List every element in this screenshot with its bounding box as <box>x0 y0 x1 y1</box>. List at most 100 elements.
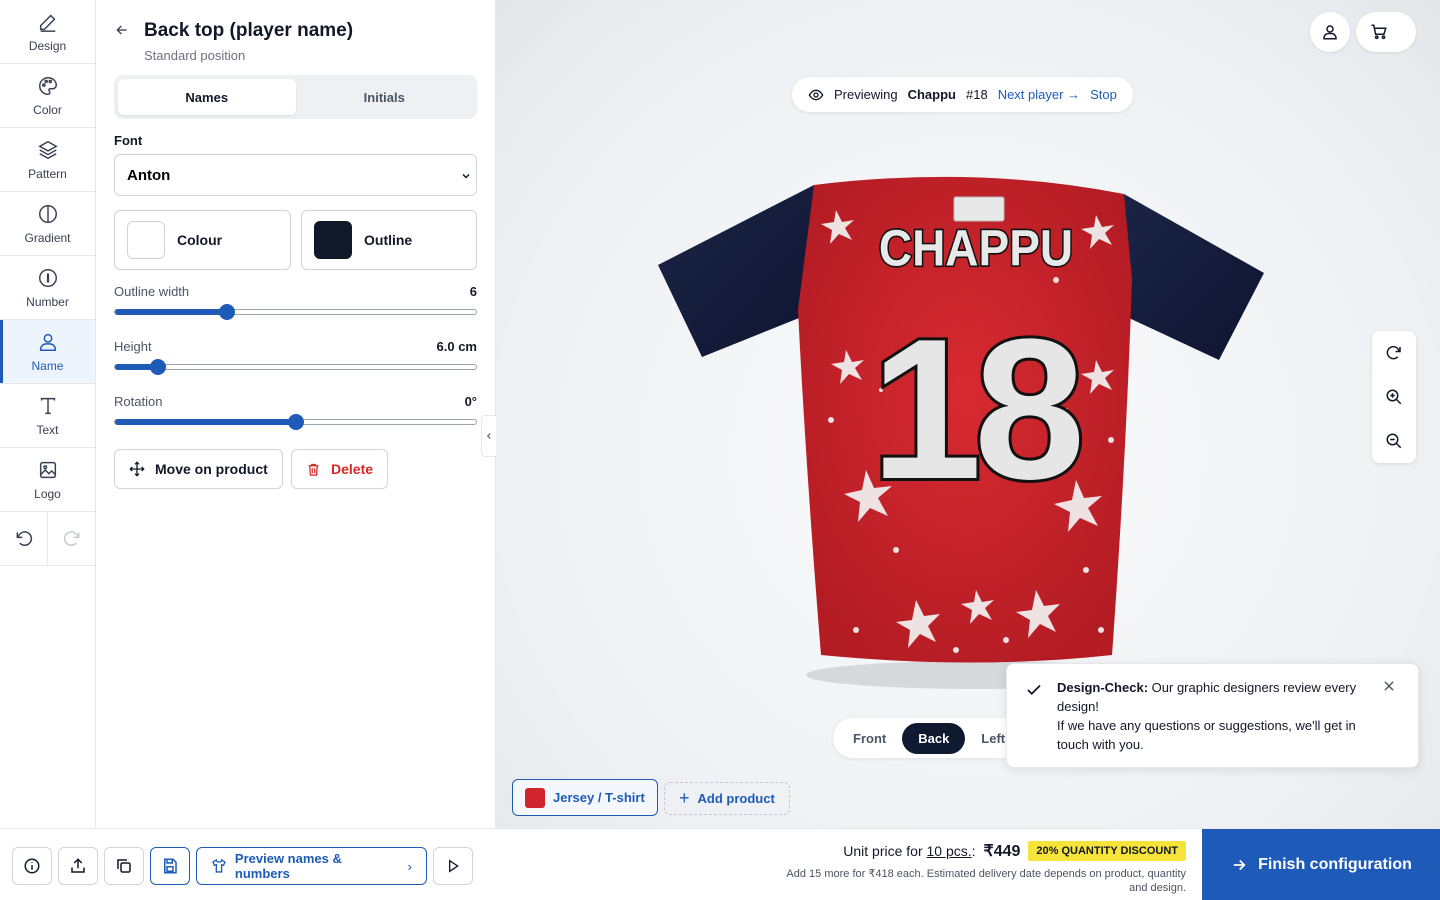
outline-width-thumb[interactable] <box>218 304 235 320</box>
finish-label: Finish configuration <box>1258 856 1412 873</box>
share-icon <box>71 858 85 873</box>
bottom-bar: Preview names & numbers › Unit price for… <box>0 828 1440 900</box>
play-preview-button[interactable] <box>433 847 473 885</box>
collapse-panel-button[interactable] <box>481 415 496 457</box>
unit-quantity-link[interactable]: 10 pcs. <box>927 843 972 859</box>
reset-view-button[interactable] <box>1372 331 1416 375</box>
copy-icon <box>117 859 131 873</box>
view-tools <box>1372 331 1416 463</box>
rail-item-gradient[interactable]: Gradient <box>0 192 95 256</box>
rotation-thumb[interactable] <box>287 414 304 430</box>
trash-icon <box>308 463 319 476</box>
rail-label-number: Number <box>26 294 69 309</box>
names-initials-toggle: Names Initials <box>114 75 477 119</box>
zoom-out-button[interactable] <box>1372 419 1416 463</box>
colour-label: Colour <box>177 232 223 248</box>
chevron-left-icon <box>486 433 491 439</box>
height-label: Height <box>114 339 152 354</box>
delete-label: Delete <box>331 461 374 477</box>
rail-item-text[interactable]: Text <box>0 384 95 448</box>
move-on-product-button[interactable]: Move on product <box>114 449 283 489</box>
height-value: 6.0 cm <box>436 339 477 354</box>
rail-item-design[interactable]: Design <box>0 0 95 64</box>
back-arrow-icon[interactable] <box>114 22 130 38</box>
rail-item-name[interactable]: Name <box>0 320 95 384</box>
design-check-toast: Design-Check: Our graphic designers revi… <box>1006 663 1419 768</box>
redo-icon <box>63 530 79 546</box>
account-button[interactable] <box>1310 12 1350 52</box>
view-tab-front[interactable]: Front <box>837 723 902 754</box>
toast-title: Design-Check: <box>1057 680 1149 695</box>
layers-icon <box>37 140 58 159</box>
rail-item-pattern[interactable]: Pattern <box>0 128 95 192</box>
cart-icon <box>1371 24 1387 40</box>
plus-icon: + <box>679 788 690 808</box>
info-button[interactable] <box>12 847 52 885</box>
next-player-link[interactable]: Next player → <box>998 87 1080 102</box>
next-player-label: Next player <box>997 87 1064 102</box>
finish-configuration-button[interactable]: Finish configuration <box>1202 829 1440 900</box>
outline-width-value: 6 <box>469 284 477 299</box>
save-button[interactable] <box>150 847 190 885</box>
height-slider-row: Height 6.0 cm <box>114 339 477 375</box>
unit-price-text: Unit price for 10 pcs.: <box>843 843 976 859</box>
move-icon <box>129 461 145 477</box>
toast-text-2: If we have any questions or suggestions,… <box>1057 718 1356 752</box>
eye-icon <box>808 89 824 100</box>
outline-width-slider[interactable] <box>114 304 477 320</box>
preview-names-numbers-button[interactable]: Preview names & numbers › <box>196 847 427 885</box>
delete-button[interactable]: Delete <box>291 449 389 489</box>
zoom-in-button[interactable] <box>1372 375 1416 419</box>
view-switcher: Front Back Left <box>833 718 1033 758</box>
player-number: #18 <box>965 87 988 102</box>
tab-initials[interactable]: Initials <box>296 79 474 115</box>
price-note: Add 15 more for ₹418 each. Estimated del… <box>786 868 1186 894</box>
redo-button[interactable] <box>48 512 95 565</box>
toast-line-1: Design-Check: Our graphic designers revi… <box>1057 678 1378 716</box>
top-actions <box>1310 12 1416 52</box>
info-icon <box>24 858 40 874</box>
jersey-3d-model[interactable]: CHAPPU 18 <box>656 170 1276 690</box>
panel-subtitle: Standard position <box>144 48 246 63</box>
product-chip-jersey[interactable]: Jersey / T-shirt <box>512 779 658 816</box>
rail-label-design: Design <box>28 38 67 53</box>
player-name: Chappu <box>907 87 956 102</box>
share-button[interactable] <box>58 847 98 885</box>
neck-tag <box>953 196 1005 222</box>
outline-width-label: Outline width <box>114 284 190 299</box>
outline-button[interactable]: Outline <box>301 210 477 270</box>
number-icon <box>38 268 57 287</box>
product-viewport[interactable]: Previewing Chappu #18 Next player → Stop <box>496 0 1440 828</box>
height-slider[interactable] <box>114 359 477 375</box>
rotation-slider[interactable] <box>114 414 477 430</box>
checkmark-icon <box>1027 684 1041 696</box>
user-icon <box>39 333 56 351</box>
outline-label: Outline <box>364 232 413 248</box>
outline-swatch <box>314 221 352 259</box>
stop-preview-link[interactable]: Stop <box>1090 87 1117 102</box>
rail-item-logo[interactable]: Logo <box>0 448 95 512</box>
colour-button[interactable]: Colour <box>114 210 291 270</box>
rail-item-color[interactable]: Color <box>0 64 95 128</box>
chevron-right-icon: › <box>407 858 412 874</box>
duplicate-button[interactable] <box>104 847 144 885</box>
outline-width-fill <box>115 309 227 315</box>
undo-button[interactable] <box>0 512 48 565</box>
add-product-button[interactable]: + Add product <box>664 782 790 815</box>
preview-player-bar: Previewing Chappu #18 Next player → Stop <box>792 77 1133 112</box>
rail-label-pattern: Pattern <box>28 166 67 181</box>
rail-label-color: Color <box>33 102 62 117</box>
height-thumb[interactable] <box>150 359 167 375</box>
font-select[interactable]: Anton <box>114 154 477 196</box>
right-sleeve <box>1114 194 1264 360</box>
rotation-slider-row: Rotation 0° <box>114 394 477 430</box>
cart-button[interactable] <box>1356 12 1416 52</box>
text-icon <box>40 397 55 414</box>
colour-swatch <box>127 221 165 259</box>
rail-item-number[interactable]: Number <box>0 256 95 320</box>
tab-names[interactable]: Names <box>118 79 296 115</box>
rail-label-text: Text <box>36 422 59 437</box>
close-icon[interactable] <box>1382 679 1396 693</box>
move-label: Move on product <box>155 461 268 477</box>
view-tab-back[interactable]: Back <box>902 722 966 754</box>
